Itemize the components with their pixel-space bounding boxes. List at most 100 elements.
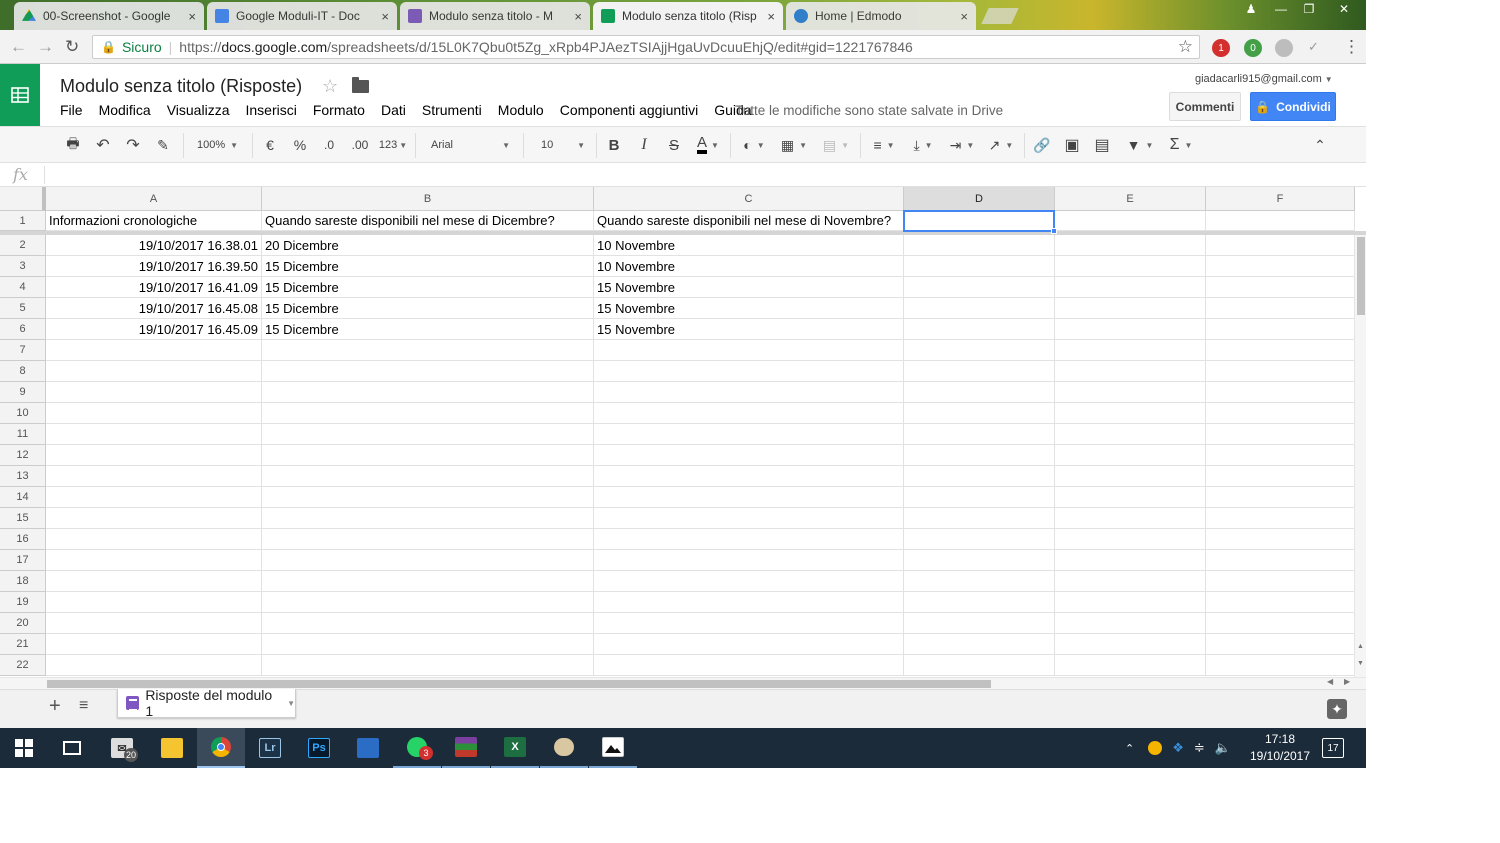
cell-c8[interactable] bbox=[594, 361, 904, 382]
row-header-8[interactable]: 8 bbox=[0, 361, 46, 382]
cell-a10[interactable] bbox=[46, 403, 262, 424]
folder-icon[interactable] bbox=[352, 77, 369, 93]
close-tab-icon[interactable]: × bbox=[574, 9, 582, 24]
browser-tab-sheets[interactable]: Modulo senza titolo (Risp × bbox=[593, 2, 783, 30]
cell-f15[interactable] bbox=[1206, 508, 1355, 529]
cell-b6[interactable]: 15 Dicembre bbox=[262, 319, 594, 340]
cell-b9[interactable] bbox=[262, 382, 594, 403]
cell-f22[interactable] bbox=[1206, 655, 1355, 676]
menu-componenti-aggiuntivi[interactable]: Componenti aggiuntivi bbox=[560, 102, 699, 118]
taskbar-paint[interactable] bbox=[540, 728, 588, 768]
cell-e3[interactable] bbox=[1055, 256, 1206, 277]
cell-b3[interactable]: 15 Dicembre bbox=[262, 256, 594, 277]
show-hidden-icons-icon[interactable]: ⌃ bbox=[1125, 742, 1134, 755]
paint-format-icon[interactable]: ✎ bbox=[153, 135, 173, 155]
cell-e9[interactable] bbox=[1055, 382, 1206, 403]
cell-a6[interactable]: 19/10/2017 16.45.09 bbox=[46, 319, 262, 340]
row-header-7[interactable]: 7 bbox=[0, 340, 46, 361]
save-status[interactable]: Tutte le modifiche sono state salvate in… bbox=[735, 103, 1003, 118]
cell-b5[interactable]: 15 Dicembre bbox=[262, 298, 594, 319]
cell-e21[interactable] bbox=[1055, 634, 1206, 655]
profile-icon[interactable]: ♟ bbox=[1236, 0, 1266, 18]
cell-f21[interactable] bbox=[1206, 634, 1355, 655]
row-header-1[interactable]: 1 bbox=[0, 211, 46, 231]
cell-d6[interactable] bbox=[904, 319, 1055, 340]
cell-a11[interactable] bbox=[46, 424, 262, 445]
collapse-menu-icon[interactable]: ⌃ bbox=[1310, 135, 1330, 155]
cell-d13[interactable] bbox=[904, 466, 1055, 487]
insert-link-icon[interactable]: 🔗 bbox=[1032, 135, 1052, 155]
taskbar-blue-app[interactable] bbox=[344, 728, 392, 768]
cell-c5[interactable]: 15 Novembre bbox=[594, 298, 904, 319]
row-header-6[interactable]: 6 bbox=[0, 319, 46, 340]
cell-b11[interactable] bbox=[262, 424, 594, 445]
insert-chart-icon[interactable]: ▤ bbox=[1092, 135, 1112, 155]
cell-a17[interactable] bbox=[46, 550, 262, 571]
merge-cells-icon[interactable]: ▤ ▼ bbox=[818, 135, 854, 155]
cell-b18[interactable] bbox=[262, 571, 594, 592]
row-header-13[interactable]: 13 bbox=[0, 466, 46, 487]
cell-c7[interactable] bbox=[594, 340, 904, 361]
frozen-row-divider[interactable] bbox=[0, 231, 1366, 235]
taskbar-photoshop[interactable]: Ps bbox=[295, 728, 343, 768]
cell-a21[interactable] bbox=[46, 634, 262, 655]
cell-b4[interactable]: 15 Dicembre bbox=[262, 277, 594, 298]
print-icon[interactable]: 🖶 bbox=[63, 135, 83, 155]
restore-button[interactable]: ❐ bbox=[1294, 0, 1324, 18]
row-header-4[interactable]: 4 bbox=[0, 277, 46, 298]
column-header-b[interactable]: B bbox=[262, 187, 594, 211]
cell-f19[interactable] bbox=[1206, 592, 1355, 613]
cell-b17[interactable] bbox=[262, 550, 594, 571]
cell-a18[interactable] bbox=[46, 571, 262, 592]
row-header-9[interactable]: 9 bbox=[0, 382, 46, 403]
scroll-right-icon[interactable]: ▶ bbox=[1344, 677, 1350, 686]
taskbar-mail[interactable]: ✉ 20 bbox=[98, 728, 146, 768]
row-header-21[interactable]: 21 bbox=[0, 634, 46, 655]
cell-a22[interactable] bbox=[46, 655, 262, 676]
cell-e1[interactable] bbox=[1055, 211, 1206, 231]
all-sheets-menu-icon[interactable]: ≡ bbox=[79, 697, 88, 715]
cell-f17[interactable] bbox=[1206, 550, 1355, 571]
cell-f8[interactable] bbox=[1206, 361, 1355, 382]
taskbar-excel[interactable]: X bbox=[491, 728, 539, 768]
fill-color-icon[interactable]: ◐ ▼ bbox=[738, 135, 770, 155]
formula-input[interactable] bbox=[52, 167, 1352, 183]
notification-center-icon[interactable]: 17 bbox=[1322, 738, 1344, 758]
cell-b10[interactable] bbox=[262, 403, 594, 424]
currency-format-button[interactable]: € bbox=[260, 135, 280, 155]
green-extension-icon[interactable]: 0 bbox=[1244, 39, 1262, 57]
cell-d2[interactable] bbox=[904, 235, 1055, 256]
cell-e5[interactable] bbox=[1055, 298, 1206, 319]
back-arrow-icon[interactable]: ← bbox=[10, 37, 27, 57]
cell-f9[interactable] bbox=[1206, 382, 1355, 403]
opera-extension-icon[interactable]: 1 bbox=[1212, 39, 1230, 57]
cell-c15[interactable] bbox=[594, 508, 904, 529]
add-sheet-button[interactable]: + bbox=[49, 695, 61, 718]
cell-d3[interactable] bbox=[904, 256, 1055, 277]
cell-c21[interactable] bbox=[594, 634, 904, 655]
cell-d14[interactable] bbox=[904, 487, 1055, 508]
cell-d15[interactable] bbox=[904, 508, 1055, 529]
cell-b16[interactable] bbox=[262, 529, 594, 550]
cell-a4[interactable]: 19/10/2017 16.41.09 bbox=[46, 277, 262, 298]
row-header-15[interactable]: 15 bbox=[0, 508, 46, 529]
cell-a15[interactable] bbox=[46, 508, 262, 529]
cell-c2[interactable]: 10 Novembre bbox=[594, 235, 904, 256]
select-all-corner[interactable] bbox=[0, 187, 46, 211]
cell-a14[interactable] bbox=[46, 487, 262, 508]
cell-b14[interactable] bbox=[262, 487, 594, 508]
percent-format-button[interactable]: % bbox=[290, 135, 310, 155]
tray-app-icon[interactable] bbox=[1148, 741, 1163, 755]
chevron-down-icon[interactable]: ▼ bbox=[287, 699, 295, 708]
row-header-22[interactable]: 22 bbox=[0, 655, 46, 676]
bold-button[interactable]: B bbox=[604, 135, 624, 155]
cell-a19[interactable] bbox=[46, 592, 262, 613]
taskbar-whatsapp[interactable]: 3 bbox=[393, 728, 441, 768]
clock[interactable]: 17:18 19/10/2017 bbox=[1245, 731, 1315, 765]
close-tab-icon[interactable]: × bbox=[381, 9, 389, 24]
cell-c19[interactable] bbox=[594, 592, 904, 613]
cell-f12[interactable] bbox=[1206, 445, 1355, 466]
functions-button[interactable]: Σ ▼ bbox=[1165, 135, 1197, 155]
scroll-left-icon[interactable]: ◀ bbox=[1327, 677, 1333, 686]
cell-e14[interactable] bbox=[1055, 487, 1206, 508]
